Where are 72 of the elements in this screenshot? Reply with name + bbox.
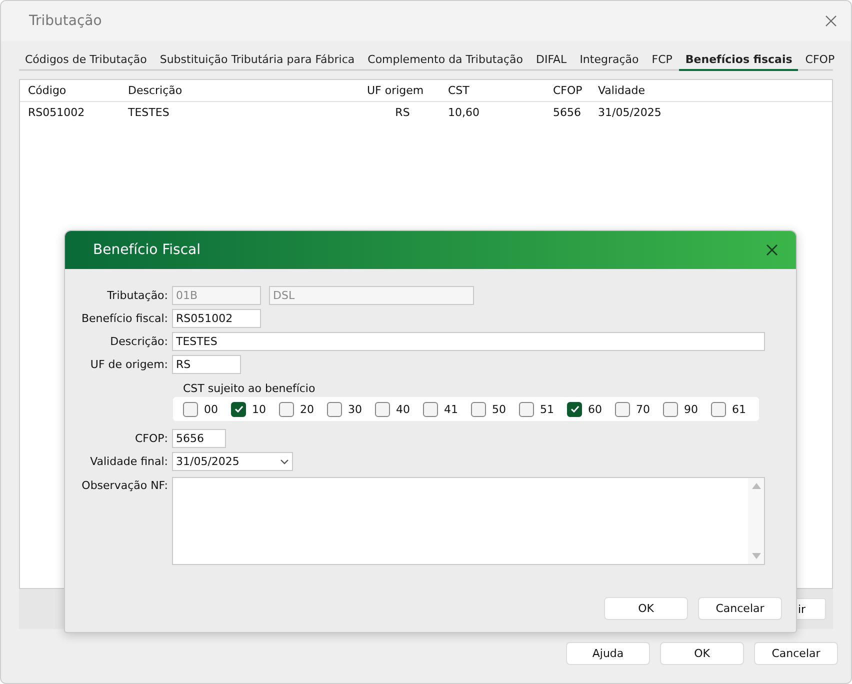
tab[interactable]: Substituição Tributária para Fábrica [154, 49, 361, 71]
input-field[interactable]: 5656 [172, 429, 226, 448]
table-cell-text: 10,60 [448, 106, 480, 119]
check-icon [570, 404, 580, 414]
column-header: Código [28, 84, 68, 97]
checkbox[interactable] [663, 402, 678, 416]
date-dropdown[interactable]: 31/05/2025 [172, 452, 293, 471]
dialog-button[interactable]: Ajuda [566, 642, 650, 665]
table-cell-text: RS [394, 106, 411, 119]
checkbox[interactable] [615, 402, 630, 416]
checkbox[interactable] [423, 402, 438, 416]
field-label: Observação NF: [80, 479, 168, 492]
tab[interactable]: FCP [646, 49, 678, 71]
table-cell-text: RS051002 [28, 106, 86, 119]
checkbox-label: 51 [540, 402, 554, 416]
close-icon[interactable] [825, 15, 837, 27]
dialog-button[interactable]: OK [604, 597, 688, 620]
checkbox-label: 40 [396, 402, 410, 416]
scroll-down-icon[interactable] [752, 553, 760, 559]
checkbox-label: 10 [252, 402, 266, 416]
checkbox-label: 90 [684, 402, 698, 416]
checkbox[interactable] [471, 402, 486, 416]
checkbox-label: 61 [732, 402, 746, 416]
window-title: Tributação [29, 13, 102, 29]
checkbox[interactable] [183, 402, 198, 416]
checkbox-label: 70 [636, 402, 650, 416]
field-label: CFOP: [134, 432, 168, 445]
checkbox-label: 00 [204, 402, 218, 416]
field-label: Tributação: [106, 289, 168, 302]
scroll-up-icon[interactable] [752, 483, 760, 489]
dialog-button[interactable]: Cancelar [754, 642, 838, 665]
tab[interactable]: Complemento da Tributação [362, 49, 529, 71]
checkbox-label: 20 [300, 402, 314, 416]
dialog-button[interactable]: Cancelar [698, 597, 782, 620]
field-label: Validade final: [89, 455, 168, 468]
checkbox[interactable] [519, 402, 534, 416]
checkbox-label: 30 [348, 402, 362, 416]
field-label: UF de origem: [89, 358, 168, 371]
checkbox[interactable] [279, 402, 294, 416]
tab[interactable]: DIFAL [530, 49, 573, 71]
table-cell-text: 31/05/2025 [598, 106, 662, 119]
checkbox-label: 60 [588, 402, 602, 416]
input-field[interactable]: TESTES [172, 332, 765, 351]
tab[interactable]: Benefícios fiscais [679, 49, 798, 71]
input-field[interactable]: RS [172, 355, 241, 374]
checkbox[interactable] [231, 402, 246, 416]
checkbox-label: 50 [492, 402, 506, 416]
dialog-title: Benefício Fiscal [93, 242, 201, 258]
table-cell-text: 5656 [553, 106, 582, 119]
checkbox[interactable] [327, 402, 342, 416]
column-header: CST [448, 84, 470, 97]
group-label: CST sujeito ao benefício [182, 382, 316, 395]
check-icon [234, 404, 244, 414]
checkbox[interactable] [375, 402, 390, 416]
checkbox[interactable] [567, 402, 582, 416]
tab[interactable]: Integração [574, 49, 645, 71]
tab[interactable]: CFOP [799, 49, 841, 71]
tab[interactable]: Códigos de Tributação [19, 49, 153, 71]
column-header: UF origem [367, 84, 425, 97]
column-header: Validade [598, 84, 646, 97]
partial-button[interactable]: ir [795, 598, 826, 620]
table-cell-text: TESTES [128, 106, 170, 119]
column-header: Descrição [128, 84, 184, 97]
input-field[interactable]: RS051002 [172, 309, 261, 328]
caret-icon [280, 458, 289, 464]
close-icon[interactable] [766, 244, 778, 256]
checkbox[interactable] [711, 402, 726, 416]
column-header: CFOP [553, 84, 584, 97]
dialog-button[interactable]: OK [660, 642, 744, 665]
field-label: Descrição: [109, 335, 168, 348]
field-label: Benefício fiscal: [80, 312, 168, 325]
checkbox-label: 41 [444, 402, 458, 416]
